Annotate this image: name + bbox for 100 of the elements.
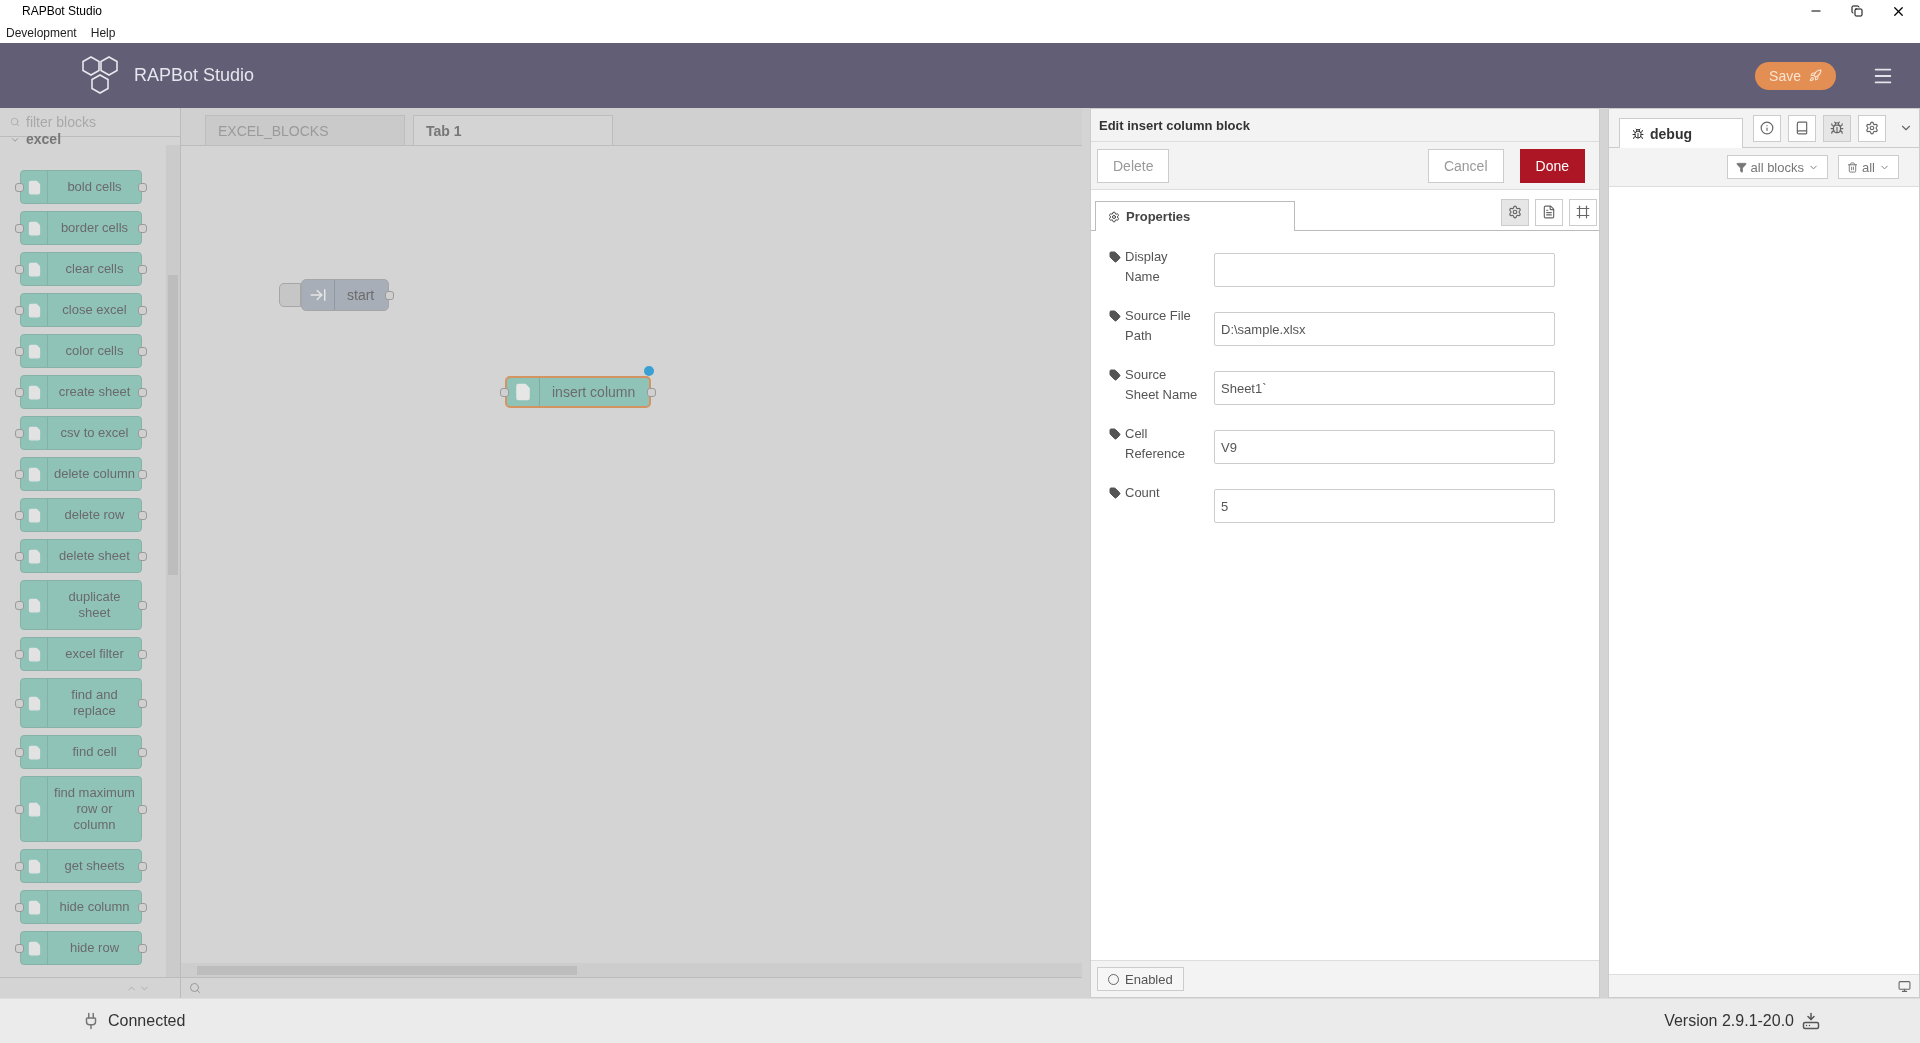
output-port	[138, 223, 147, 233]
tool-button[interactable]	[1569, 198, 1597, 226]
output-port	[138, 551, 147, 561]
palette-block[interactable]: close excel	[20, 293, 142, 327]
output-port	[138, 387, 147, 397]
tool-button[interactable]	[1858, 114, 1886, 142]
gear-icon	[1865, 121, 1879, 135]
output-port	[138, 600, 147, 610]
document-icon	[26, 343, 42, 359]
output-port	[138, 469, 147, 479]
gear-icon	[1108, 210, 1120, 223]
input-field[interactable]: Sheet1`	[1214, 371, 1555, 405]
output-port	[138, 428, 147, 438]
output-port	[138, 861, 147, 871]
palette-block[interactable]: create sheet	[20, 375, 142, 409]
restore-icon[interactable]	[1851, 5, 1863, 17]
document-icon	[26, 597, 42, 613]
tag-icon	[1109, 251, 1121, 263]
editor-button[interactable]: Cancel	[1427, 148, 1504, 183]
palette-block[interactable]: duplicate sheet	[20, 580, 142, 630]
category-header[interactable]: excel	[26, 133, 62, 145]
document-icon	[26, 384, 42, 400]
arrow-icon	[309, 286, 327, 304]
input-field[interactable]: 5	[1214, 489, 1555, 523]
app-title: RAPBot Studio	[134, 65, 255, 86]
output-port	[647, 387, 657, 397]
sidebar-tab[interactable]: debug	[1619, 118, 1743, 148]
palette-block[interactable]: bold cells	[20, 170, 142, 204]
input-field[interactable]: V9	[1214, 430, 1555, 464]
output-port	[138, 264, 147, 274]
palette-block[interactable]: hide column	[20, 890, 142, 924]
monitor-icon[interactable]	[1898, 979, 1911, 993]
palette-block[interactable]: border cells	[20, 211, 142, 245]
palette-block[interactable]: csv to excel	[20, 416, 142, 450]
tag-icon	[1109, 369, 1121, 381]
document-icon	[26, 466, 42, 482]
download-icon[interactable]	[1802, 1012, 1820, 1030]
document-icon	[26, 548, 42, 564]
connection-status: Connected	[108, 1012, 186, 1030]
flow-node[interactable]: insert column	[505, 376, 652, 408]
gear-icon	[1508, 205, 1522, 219]
tool-button[interactable]	[1823, 114, 1851, 142]
bug-icon	[1632, 127, 1644, 140]
output-port	[385, 290, 395, 300]
field-label: Cell Reference	[1125, 425, 1186, 463]
menu-item[interactable]: Help	[90, 25, 116, 40]
input-field[interactable]	[1214, 253, 1555, 287]
palette-block[interactable]: delete row	[20, 498, 142, 532]
palette-block[interactable]: delete sheet	[20, 539, 142, 573]
output-port	[138, 943, 147, 953]
flow-node[interactable]: start	[301, 279, 390, 311]
document-icon	[26, 302, 42, 318]
document-icon	[26, 507, 42, 523]
output-port	[138, 346, 147, 356]
search-icon	[10, 117, 20, 127]
output-port	[138, 510, 147, 520]
document-icon	[26, 744, 42, 760]
palette-block[interactable]: clear cells	[20, 252, 142, 286]
bug-icon	[1830, 121, 1844, 135]
document-icon	[26, 646, 42, 662]
palette-block[interactable]: hide row	[20, 931, 142, 965]
palette-block[interactable]: color cells	[20, 334, 142, 368]
document-icon	[26, 801, 42, 817]
document-icon	[26, 940, 42, 956]
scrollbar[interactable]	[181, 963, 1082, 977]
workspace-tab[interactable]: Tab 1	[413, 115, 613, 145]
output-port	[138, 902, 147, 912]
tool-button[interactable]	[1753, 114, 1781, 142]
tool-button[interactable]	[1501, 198, 1529, 226]
book-icon	[1795, 121, 1809, 135]
input-field[interactable]: D:\sample.xlsx	[1214, 312, 1555, 346]
document-icon	[26, 425, 42, 441]
palette-block[interactable]: find cell	[20, 735, 142, 769]
tag-icon	[1109, 428, 1121, 440]
palette-block[interactable]: get sheets	[20, 849, 142, 883]
editor-button[interactable]: Delete	[1097, 148, 1170, 183]
save-button[interactable]: Save	[1755, 61, 1836, 90]
window-title: RAPBot Studio	[22, 4, 103, 18]
palette-block[interactable]: delete column	[20, 457, 142, 491]
palette-block[interactable]: excel filter	[20, 637, 142, 671]
document-icon	[514, 383, 532, 401]
tag-icon	[1109, 310, 1121, 322]
document-icon	[26, 695, 42, 711]
palette-block[interactable]: find maximum row or column	[20, 776, 142, 842]
enabled-toggle[interactable]: Enabled	[1097, 967, 1184, 991]
editor-tab[interactable]: Properties	[1095, 201, 1295, 231]
tool-button[interactable]	[1788, 114, 1816, 142]
tool-button[interactable]	[1535, 198, 1563, 226]
filter-button[interactable]: all blocks	[1726, 155, 1828, 179]
trash-icon	[1847, 161, 1858, 173]
palette-block[interactable]: find and replace	[20, 678, 142, 728]
scrollbar[interactable]	[166, 145, 180, 977]
document-icon	[1542, 205, 1556, 219]
field-label: Display Name	[1125, 248, 1169, 286]
menu-item[interactable]: Development	[6, 25, 77, 40]
filter-button[interactable]: all	[1838, 155, 1899, 179]
output-port	[138, 182, 147, 192]
field-label: Source File Path	[1125, 307, 1192, 345]
done-button[interactable]: Done	[1519, 148, 1585, 183]
document-icon	[26, 179, 42, 195]
